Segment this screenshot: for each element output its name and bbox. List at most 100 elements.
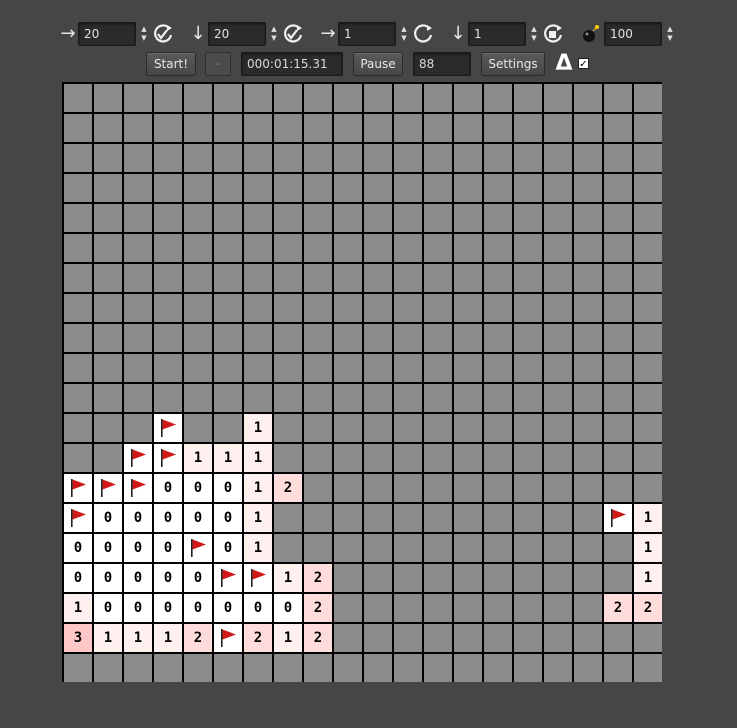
number-cell[interactable]: 1 <box>214 444 242 472</box>
hidden-cell[interactable] <box>544 174 572 202</box>
hidden-cell[interactable] <box>154 114 182 142</box>
number-cell[interactable]: 0 <box>214 594 242 622</box>
hidden-cell[interactable] <box>394 624 422 652</box>
hidden-cell[interactable] <box>454 324 482 352</box>
hidden-cell[interactable] <box>334 444 362 472</box>
number-cell[interactable]: 2 <box>604 594 632 622</box>
hidden-cell[interactable] <box>544 624 572 652</box>
hidden-cell[interactable] <box>544 294 572 322</box>
hidden-cell[interactable] <box>604 294 632 322</box>
number-cell[interactable]: 1 <box>244 414 272 442</box>
hidden-cell[interactable] <box>394 354 422 382</box>
hidden-cell[interactable] <box>514 114 542 142</box>
hidden-cell[interactable] <box>154 264 182 292</box>
hidden-cell[interactable] <box>604 84 632 112</box>
hidden-cell[interactable] <box>424 384 452 412</box>
hidden-cell[interactable] <box>64 144 92 172</box>
hidden-cell[interactable] <box>274 84 302 112</box>
hidden-cell[interactable] <box>484 354 512 382</box>
flag-cell[interactable] <box>124 444 152 472</box>
hidden-cell[interactable] <box>94 84 122 112</box>
width-spinner[interactable]: ▲ ▼ <box>139 22 149 46</box>
hidden-cell[interactable] <box>64 294 92 322</box>
hidden-cell[interactable] <box>454 114 482 142</box>
hidden-cell[interactable] <box>244 204 272 232</box>
number-cell[interactable]: 2 <box>304 564 332 592</box>
hidden-cell[interactable] <box>544 384 572 412</box>
hidden-cell[interactable] <box>244 144 272 172</box>
hidden-cell[interactable] <box>184 174 212 202</box>
hidden-cell[interactable] <box>184 114 212 142</box>
flag-cell[interactable] <box>244 564 272 592</box>
width-input[interactable]: 20 <box>78 22 136 46</box>
number-cell[interactable]: 0 <box>64 534 92 562</box>
delta-checkbox[interactable]: ✓ <box>578 58 589 70</box>
number-cell[interactable]: 1 <box>124 624 152 652</box>
hidden-cell[interactable] <box>364 564 392 592</box>
hidden-cell[interactable] <box>604 564 632 592</box>
hidden-cell[interactable] <box>634 474 662 502</box>
hidden-cell[interactable] <box>364 534 392 562</box>
hidden-cell[interactable] <box>334 84 362 112</box>
hidden-cell[interactable] <box>604 414 632 442</box>
hidden-cell[interactable] <box>214 384 242 412</box>
hidden-cell[interactable] <box>274 264 302 292</box>
hidden-cell[interactable] <box>544 354 572 382</box>
hidden-cell[interactable] <box>214 84 242 112</box>
hidden-cell[interactable] <box>184 324 212 352</box>
hidden-cell[interactable] <box>634 294 662 322</box>
hidden-cell[interactable] <box>184 264 212 292</box>
hidden-cell[interactable] <box>394 84 422 112</box>
hidden-cell[interactable] <box>394 114 422 142</box>
hidden-cell[interactable] <box>424 564 452 592</box>
hidden-cell[interactable] <box>394 204 422 232</box>
hidden-cell[interactable] <box>94 234 122 262</box>
hidden-cell[interactable] <box>574 474 602 502</box>
hidden-cell[interactable] <box>304 174 332 202</box>
hidden-cell[interactable] <box>454 564 482 592</box>
hidden-cell[interactable] <box>544 564 572 592</box>
spin-down-icon[interactable]: ▼ <box>139 34 149 43</box>
hidden-cell[interactable] <box>544 414 572 442</box>
hidden-cell[interactable] <box>244 234 272 262</box>
start-button[interactable]: Start! <box>146 52 196 76</box>
hidden-cell[interactable] <box>454 144 482 172</box>
number-cell[interactable]: 0 <box>244 594 272 622</box>
hidden-cell[interactable] <box>424 534 452 562</box>
hidden-cell[interactable] <box>604 144 632 172</box>
hidden-cell[interactable] <box>64 414 92 442</box>
hidden-cell[interactable] <box>334 354 362 382</box>
hidden-cell[interactable] <box>484 294 512 322</box>
hidden-cell[interactable] <box>304 474 332 502</box>
hidden-cell[interactable] <box>184 294 212 322</box>
hidden-cell[interactable] <box>154 324 182 352</box>
hidden-cell[interactable] <box>454 234 482 262</box>
hidden-cell[interactable] <box>154 294 182 322</box>
hidden-cell[interactable] <box>574 624 602 652</box>
hidden-cell[interactable] <box>64 264 92 292</box>
hidden-cell[interactable] <box>514 594 542 622</box>
number-cell[interactable]: 2 <box>304 624 332 652</box>
hidden-cell[interactable] <box>574 564 602 592</box>
hidden-cell[interactable] <box>154 354 182 382</box>
hidden-cell[interactable] <box>304 144 332 172</box>
hidden-cell[interactable] <box>394 414 422 442</box>
hidden-cell[interactable] <box>334 234 362 262</box>
hidden-cell[interactable] <box>574 654 602 682</box>
hidden-cell[interactable] <box>484 204 512 232</box>
hidden-cell[interactable] <box>514 204 542 232</box>
hidden-cell[interactable] <box>184 414 212 442</box>
hidden-cell[interactable] <box>64 324 92 352</box>
hidden-cell[interactable] <box>334 534 362 562</box>
hidden-cell[interactable] <box>394 264 422 292</box>
spin-up-icon[interactable]: ▲ <box>269 25 279 34</box>
hidden-cell[interactable] <box>544 144 572 172</box>
hidden-cell[interactable] <box>514 264 542 292</box>
hidden-cell[interactable] <box>424 444 452 472</box>
hidden-cell[interactable] <box>604 204 632 232</box>
hidden-cell[interactable] <box>544 114 572 142</box>
hidden-cell[interactable] <box>244 324 272 352</box>
hidden-cell[interactable] <box>184 384 212 412</box>
hidden-cell[interactable] <box>244 84 272 112</box>
hidden-cell[interactable] <box>424 324 452 352</box>
